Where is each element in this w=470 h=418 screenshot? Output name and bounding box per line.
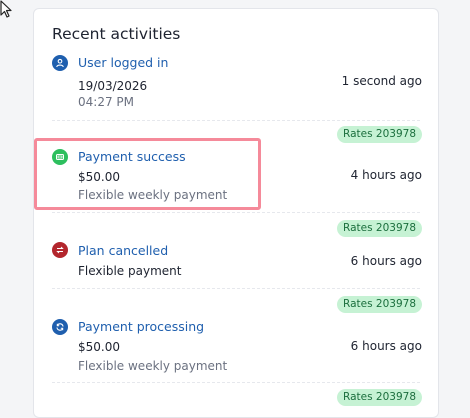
activity-divider bbox=[52, 120, 420, 121]
user-icon bbox=[52, 55, 68, 71]
activity-relative-time: 4 hours ago bbox=[350, 168, 422, 182]
cancel-arrows-icon bbox=[52, 242, 68, 258]
activity-relative-time: 1 second ago bbox=[341, 74, 422, 88]
activity-description: Flexible weekly payment bbox=[78, 359, 228, 373]
activity-title-link[interactable]: Plan cancelled bbox=[78, 243, 168, 258]
activity-time-of-day: 04:27 PM bbox=[78, 95, 134, 109]
rates-badge: Rates 203978 bbox=[337, 296, 422, 313]
rates-badge: Rates 203978 bbox=[337, 220, 422, 237]
activity-divider bbox=[52, 288, 420, 289]
mouse-cursor-icon bbox=[0, 0, 12, 18]
activity-divider bbox=[52, 212, 420, 213]
payment-card-icon bbox=[52, 149, 68, 165]
rates-badge: Rates 203978 bbox=[337, 389, 422, 406]
activity-description: Flexible weekly payment bbox=[78, 188, 228, 202]
activity-title-link[interactable]: Payment success bbox=[78, 149, 186, 164]
activity-title-link[interactable]: Payment processing bbox=[78, 319, 204, 334]
activity-title-link[interactable]: User logged in bbox=[78, 55, 168, 70]
activity-amount: $50.00 bbox=[78, 340, 120, 354]
recent-activities-card: Recent activities User logged in 19/03/2… bbox=[33, 8, 439, 418]
refresh-icon bbox=[52, 319, 68, 335]
activity-relative-time: 6 hours ago bbox=[350, 254, 422, 268]
card-title: Recent activities bbox=[52, 25, 181, 43]
activity-relative-time: 6 hours ago bbox=[350, 339, 422, 353]
activity-description: Flexible payment bbox=[78, 264, 182, 278]
activity-amount: $50.00 bbox=[78, 170, 120, 184]
rates-badge: Rates 203978 bbox=[337, 126, 422, 143]
activity-divider bbox=[52, 382, 420, 383]
activity-date: 19/03/2026 bbox=[78, 79, 148, 93]
